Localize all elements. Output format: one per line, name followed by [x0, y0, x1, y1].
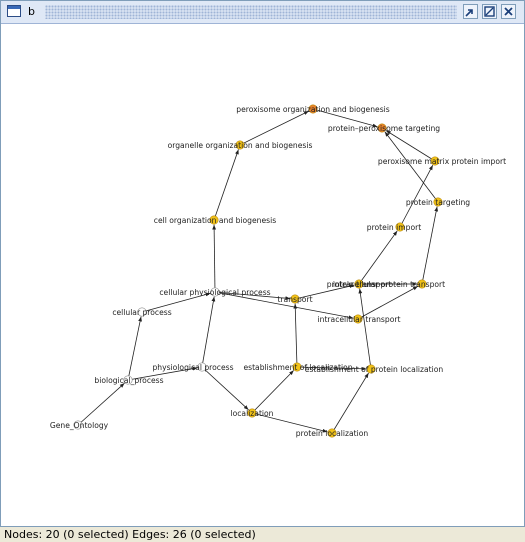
nodes-layer: [73, 104, 443, 438]
edge-organelle-org-to-peroxisome-org[interactable]: [239, 110, 309, 146]
status-bar: Nodes: 20 (0 selected) Edges: 26 (0 sele…: [0, 527, 525, 542]
edge-gene-ontology-to-biological-process[interactable]: [77, 382, 125, 426]
labels-layer: peroxisome organization and biogenesis pr…: [50, 105, 506, 438]
node-label-localization: localization: [231, 409, 274, 418]
edge-localization-to-establishment-of-localization[interactable]: [251, 370, 294, 414]
node-label-protein-localization: protein localization: [296, 429, 369, 438]
node-label-organelle-org: organelle organization and biogenesis: [168, 141, 313, 150]
node-label-protein-import: protein import: [367, 223, 422, 232]
maximize-icon[interactable]: [482, 4, 497, 19]
edge-cellular-physiological-to-cell-org[interactable]: [212, 224, 217, 293]
node-label-protein-perox: protein–peroxisome targeting: [328, 124, 440, 133]
network-canvas[interactable]: peroxisome organization and biogenesis pr…: [1, 24, 524, 526]
edge-protein-targeting-to-protein-perox[interactable]: [384, 131, 439, 203]
edge-physiological-process-to-cellular-physiological[interactable]: [201, 296, 216, 368]
title-bar[interactable]: b: [1, 1, 524, 24]
edge-establishment-protein-localization-to-protein-transport[interactable]: [358, 288, 372, 370]
edge-biological-process-to-cellular-process[interactable]: [127, 316, 142, 381]
restore-icon[interactable]: [463, 4, 478, 19]
window-title: b: [28, 5, 35, 18]
node-label-gene-ontology: Gene_Ontology: [50, 421, 109, 430]
node-label-biological-process: biological_process: [94, 376, 163, 385]
edge-establishment-of-localization-to-transport[interactable]: [293, 303, 298, 368]
edge-protein-import-to-matrix-import[interactable]: [399, 164, 434, 228]
edge-physiological-process-to-localization[interactable]: [201, 366, 249, 411]
close-icon[interactable]: [501, 4, 516, 19]
node-label-protein-targeting: protein targeting: [406, 198, 470, 207]
node-label-cellular-physiological: cellular physiological process: [159, 288, 270, 297]
status-text: Nodes: 20 (0 selected) Edges: 26 (0 sele…: [4, 528, 256, 541]
window-icon: [7, 5, 21, 17]
node-label-matrix-import: peroxisome matrix protein import: [378, 157, 506, 166]
node-label-intracellular-transport: intracellular transport: [318, 315, 401, 324]
edge-protein-transport-to-protein-import[interactable]: [358, 230, 398, 285]
title-bar-grip: [45, 5, 457, 19]
node-label-transport: transport: [277, 295, 312, 304]
node-label-establishment-protein-localization: establishment of protein localization: [305, 365, 444, 374]
edge-intracellular-protein-transport-to-protein-targeting[interactable]: [421, 206, 439, 285]
network-graph[interactable]: peroxisome organization and biogenesis pr…: [1, 24, 524, 526]
edge-protein-localization-to-establishment-protein-localization[interactable]: [331, 372, 369, 434]
node-label-physiological-process: physiological process: [152, 363, 233, 372]
network-window: b peroxisome organization and biogenesis…: [0, 0, 525, 527]
node-label-intracellular-protein-transport: intracellular protein transport: [333, 280, 445, 289]
node-label-cellular-process: cellular process: [112, 308, 171, 317]
node-label-cell-org: cell organization and biogenesis: [154, 216, 276, 225]
edge-cell-org-to-organelle-org[interactable]: [213, 149, 239, 221]
node-label-peroxisome-org: peroxisome organization and biogenesis: [236, 105, 389, 114]
